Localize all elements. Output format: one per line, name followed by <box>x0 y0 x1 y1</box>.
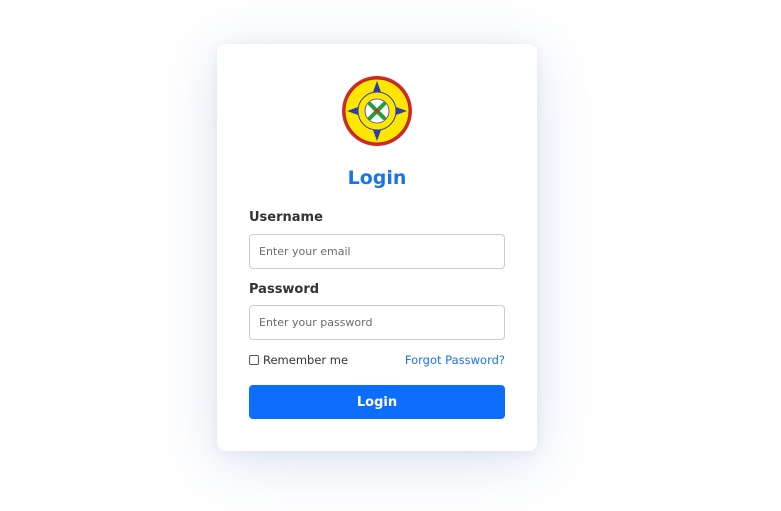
login-page: Login Username Password Remember me Forg… <box>0 0 781 511</box>
password-label: Password <box>249 282 320 297</box>
remember-me-label[interactable]: Remember me <box>263 353 348 367</box>
login-button[interactable]: Login <box>249 385 505 419</box>
emblem-logo <box>341 75 413 147</box>
emblem-logo-icon <box>342 76 412 146</box>
username-label: Username <box>249 210 323 225</box>
forgot-password-link[interactable]: Forgot Password? <box>405 352 505 368</box>
remember-me-checkbox[interactable] <box>249 355 259 365</box>
remember-me: Remember me <box>249 352 348 368</box>
username-input[interactable] <box>249 234 505 269</box>
login-card: Login Username Password Remember me Forg… <box>217 44 537 451</box>
password-input[interactable] <box>249 305 505 340</box>
login-title: Login <box>347 167 407 189</box>
